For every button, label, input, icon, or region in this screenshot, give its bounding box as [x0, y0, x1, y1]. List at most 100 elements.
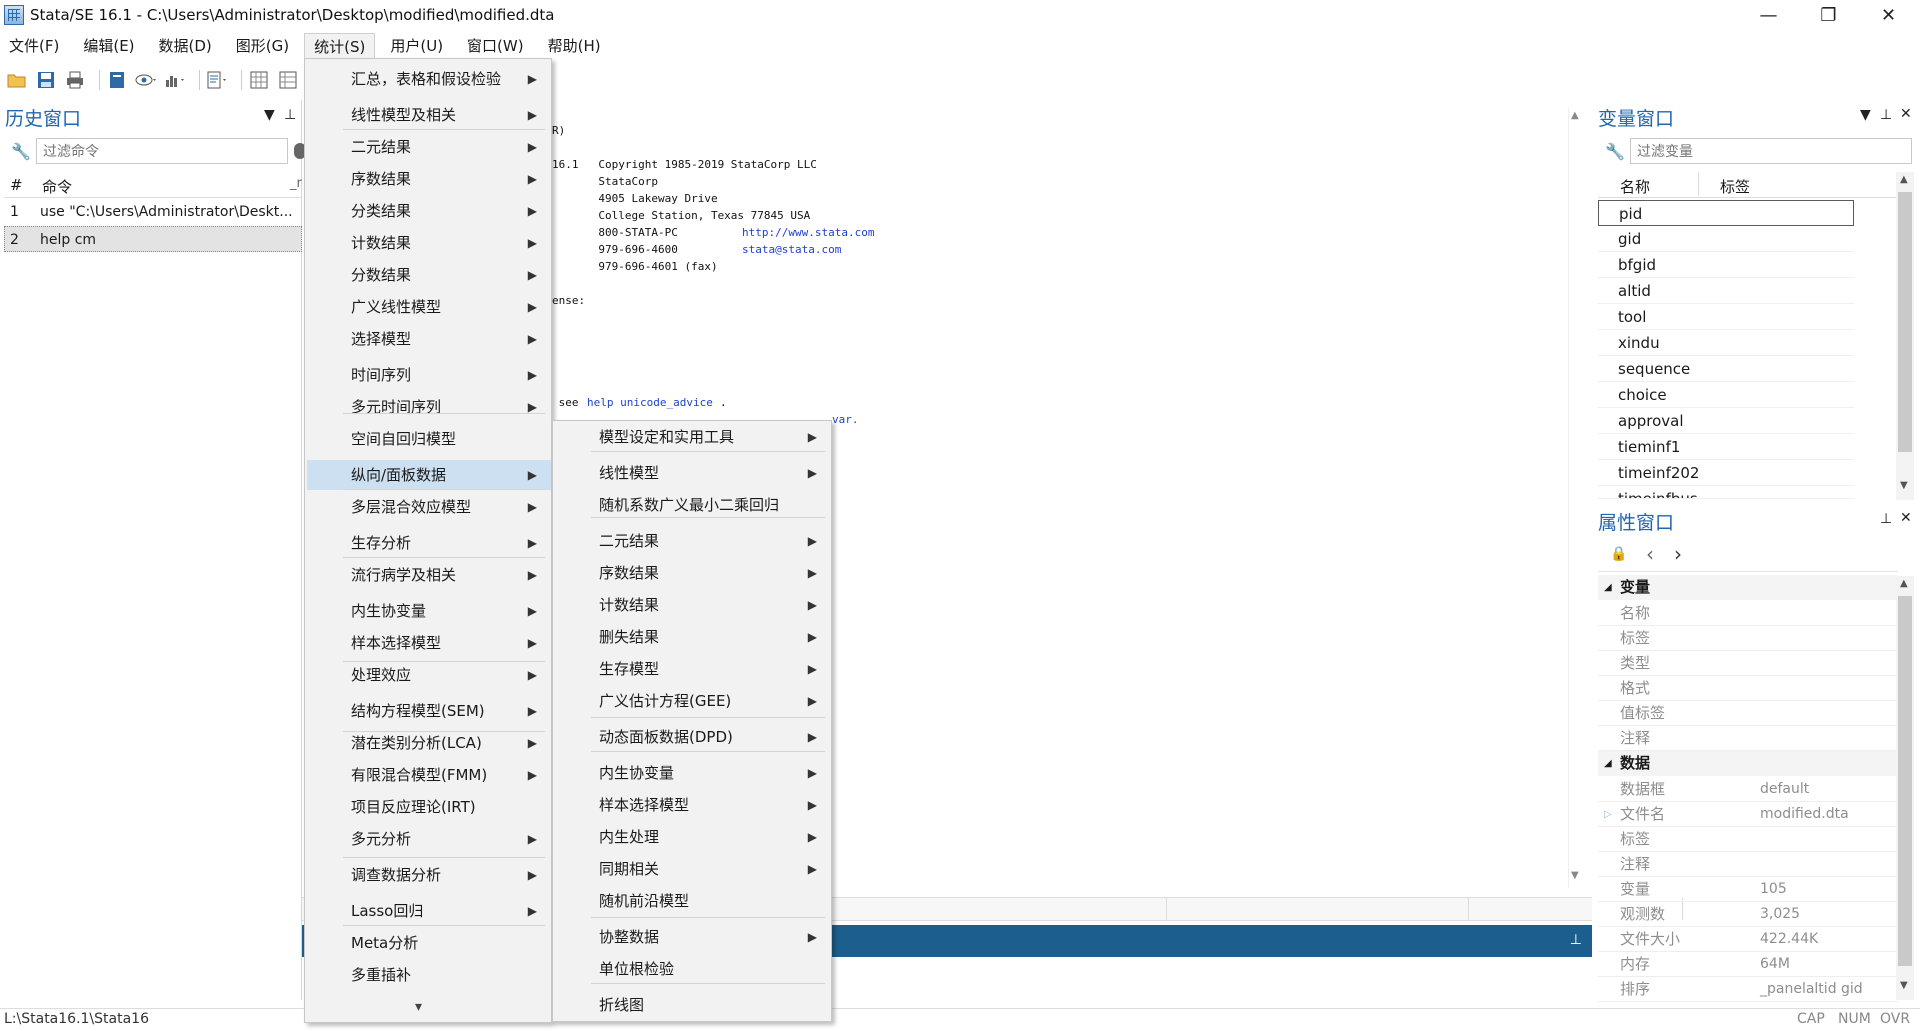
history-col-rc[interactable]: _r: [290, 176, 302, 191]
wrench-icon[interactable]: 🔧: [1604, 140, 1626, 162]
statistics-menu-item[interactable]: 多元分析 ▶: [307, 824, 551, 854]
history-row-selected[interactable]: 2 help cm: [4, 226, 302, 252]
statistics-menu-item[interactable]: 多元时间序列 ▶: [307, 392, 551, 422]
property-row[interactable]: 注释: [1598, 726, 1898, 751]
do-file-editor-icon[interactable]: [206, 70, 228, 90]
menu-edit[interactable]: 编辑(E): [74, 33, 143, 59]
properties-scrollbar[interactable]: ▲ ▼: [1896, 576, 1914, 1000]
stata-url-link[interactable]: http://www.stata.com: [742, 226, 874, 239]
panel-submenu-item[interactable]: 序数结果 ▶: [555, 558, 831, 588]
property-row[interactable]: 数据框 default: [1598, 777, 1898, 802]
lock-icon[interactable]: 🔒: [1610, 546, 1627, 562]
menu-window[interactable]: 窗口(W): [458, 33, 533, 59]
statistics-menu-item[interactable]: 结构方程模型(SEM) ▶: [307, 696, 551, 726]
statistics-menu-item[interactable]: 选择模型 ▶: [307, 324, 551, 354]
open-folder-icon[interactable]: [6, 70, 28, 90]
property-row[interactable]: 变量 105: [1598, 877, 1898, 902]
panel-submenu-item[interactable]: 广义估计方程(GEE) ▶: [555, 686, 831, 716]
panel-submenu-item[interactable]: 计数结果 ▶: [555, 590, 831, 620]
statistics-menu-item[interactable]: 项目反应理论(IRT): [307, 792, 551, 822]
variable-row[interactable]: gid: [1598, 226, 1854, 252]
panel-submenu-item[interactable]: 协整数据 ▶: [555, 922, 831, 952]
variables-filter-input[interactable]: [1630, 138, 1912, 164]
close-button[interactable]: ✕: [1860, 0, 1917, 30]
variable-row[interactable]: tieminf1: [1598, 434, 1854, 460]
panel-submenu-item[interactable]: 随机系数广义最小二乘回归: [555, 490, 831, 520]
panel-submenu-item[interactable]: 生存模型 ▶: [555, 654, 831, 684]
close-icon[interactable]: ✕: [1900, 510, 1912, 526]
wrench-icon[interactable]: 🔧: [10, 140, 32, 162]
forward-arrow-icon[interactable]: ›: [1674, 542, 1682, 566]
statistics-menu-item[interactable]: 计数结果 ▶: [307, 228, 551, 258]
data-browser-icon[interactable]: [277, 70, 299, 90]
panel-submenu-item[interactable]: 二元结果 ▶: [555, 526, 831, 556]
statistics-menu-item[interactable]: 分类结果 ▶: [307, 196, 551, 226]
variable-row[interactable]: bfgid: [1598, 252, 1854, 278]
statistics-menu-item[interactable]: 纵向/面板数据 ▶: [307, 460, 551, 490]
minimize-button[interactable]: —: [1740, 0, 1797, 30]
history-filter-input[interactable]: [36, 138, 288, 164]
statistics-menu-item[interactable]: 多层混合效应模型 ▶: [307, 492, 551, 522]
back-arrow-icon[interactable]: ‹: [1646, 542, 1654, 566]
panel-submenu-item[interactable]: 同期相关 ▶: [555, 854, 831, 884]
property-row[interactable]: 标签: [1598, 626, 1898, 651]
panel-submenu-item[interactable]: 线性模型 ▶: [555, 458, 831, 488]
statistics-menu-item[interactable]: 样本选择模型 ▶: [307, 628, 551, 658]
variables-col-name[interactable]: 名称: [1620, 176, 1650, 197]
variable-row[interactable]: pid: [1598, 200, 1854, 226]
property-row[interactable]: 文件大小 422.44K: [1598, 927, 1898, 952]
variables-scrollbar[interactable]: ▲ ▼: [1896, 172, 1914, 500]
statistics-menu-item[interactable]: 内生协变量 ▶: [307, 596, 551, 626]
menu-file[interactable]: 文件(F): [0, 33, 68, 59]
statistics-menu-item[interactable]: 调查数据分析 ▶: [307, 860, 551, 890]
panel-submenu-item[interactable]: 动态面板数据(DPD) ▶: [555, 722, 831, 752]
panel-submenu-item[interactable]: 内生处理 ▶: [555, 822, 831, 852]
log-icon[interactable]: [106, 70, 128, 90]
statistics-menu-item[interactable]: 多重插补: [307, 960, 551, 990]
statistics-menu-item[interactable]: 汇总，表格和假设检验 ▶: [307, 64, 551, 94]
panel-submenu-item[interactable]: 单位根检验: [555, 954, 831, 984]
panel-submenu-item[interactable]: 模型设定和实用工具 ▶: [555, 422, 831, 452]
menu-more-icon[interactable]: ▾: [415, 999, 422, 1015]
properties-section-variable[interactable]: ◢ 变量: [1598, 575, 1898, 600]
expand-icon[interactable]: ▷: [1604, 802, 1612, 827]
history-row[interactable]: 1 use "C:\Users\Administrator\Deskt...: [4, 199, 302, 225]
properties-section-data[interactable]: ◢ 数据: [1598, 751, 1898, 776]
statistics-menu-item[interactable]: 分数结果 ▶: [307, 260, 551, 290]
variable-row[interactable]: timeinfbus: [1598, 486, 1854, 499]
property-row[interactable]: 名称: [1598, 601, 1898, 626]
variables-col-label[interactable]: 标签: [1720, 176, 1750, 197]
variable-row[interactable]: timeinf202: [1598, 460, 1854, 486]
history-col-command[interactable]: 命令: [42, 176, 72, 197]
statistics-menu-item[interactable]: 流行病学及相关 ▶: [307, 560, 551, 590]
panel-submenu-item[interactable]: 删失结果 ▶: [555, 622, 831, 652]
property-row[interactable]: 注释: [1598, 852, 1898, 877]
statistics-menu-item[interactable]: 序数结果 ▶: [307, 164, 551, 194]
statistics-menu-item[interactable]: Lasso回归 ▶: [307, 896, 551, 926]
menu-user[interactable]: 用户(U): [381, 33, 452, 59]
statistics-menu-item[interactable]: 广义线性模型 ▶: [307, 292, 551, 322]
stata-email-link[interactable]: stata@stata.com: [742, 243, 841, 256]
panel-submenu-item[interactable]: 内生协变量 ▶: [555, 758, 831, 788]
statistics-menu-item[interactable]: 处理效应 ▶: [307, 660, 551, 690]
panel-submenu-item[interactable]: 折线图: [555, 990, 831, 1020]
statistics-menu-item[interactable]: 生存分析 ▶: [307, 528, 551, 558]
property-row[interactable]: 值标签: [1598, 701, 1898, 726]
property-row[interactable]: 排序 _panelaltid gid: [1598, 977, 1898, 1002]
property-row[interactable]: 观测数 3,025: [1598, 902, 1898, 927]
results-scrollbar[interactable]: ▲ ▼: [1568, 108, 1584, 888]
menu-data[interactable]: 数据(D): [150, 33, 221, 59]
property-row[interactable]: 标签: [1598, 827, 1898, 852]
filter-icon[interactable]: ▼: [264, 107, 275, 123]
variable-row[interactable]: xindu: [1598, 330, 1854, 356]
menu-statistics[interactable]: 统计(S): [304, 33, 376, 59]
variable-row[interactable]: tool: [1598, 304, 1854, 330]
variable-row[interactable]: choice: [1598, 382, 1854, 408]
statistics-menu-item[interactable]: 二元结果 ▶: [307, 132, 551, 162]
statistics-menu-item[interactable]: 空间自回归模型: [307, 424, 551, 454]
variable-row[interactable]: approval: [1598, 408, 1854, 434]
filter-icon[interactable]: ▼: [1860, 107, 1871, 123]
menu-graphics[interactable]: 图形(G): [227, 33, 298, 59]
help-unicode-link[interactable]: help unicode_advice: [587, 396, 713, 409]
property-row[interactable]: ▷ 文件名 modified.dta: [1598, 802, 1898, 827]
